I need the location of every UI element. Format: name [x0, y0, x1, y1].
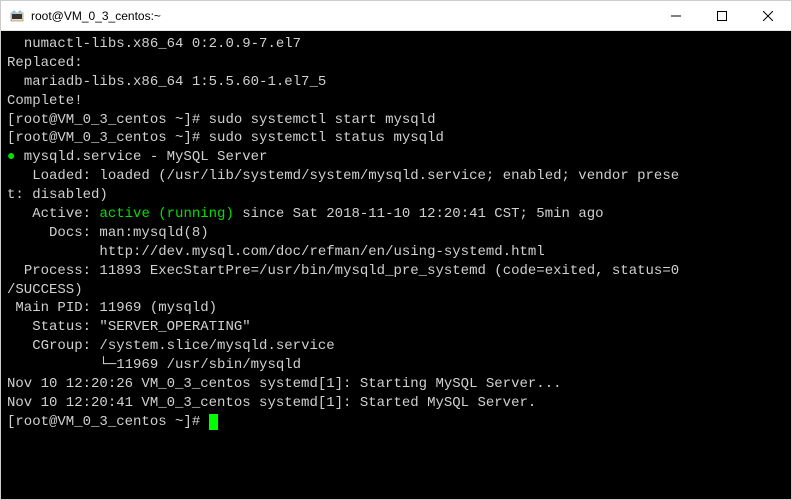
maximize-button[interactable]	[699, 1, 745, 30]
shell-prompt: [root@VM_0_3_centos ~]#	[7, 414, 209, 430]
output-line: numactl-libs.x86_64 0:2.0.9-7.el7	[7, 35, 785, 54]
close-button[interactable]	[745, 1, 791, 30]
window-controls	[653, 1, 791, 30]
output-line: Docs: man:mysqld(8)	[7, 224, 785, 243]
terminal-window: root@VM_0_3_centos:~ numactl-libs.x86_64…	[0, 0, 792, 500]
prompt-line: [root@VM_0_3_centos ~]#	[7, 413, 785, 432]
cursor-icon	[209, 414, 218, 430]
shell-prompt: [root@VM_0_3_centos ~]#	[7, 112, 209, 128]
shell-prompt: [root@VM_0_3_centos ~]#	[7, 130, 209, 146]
output-line: mariadb-libs.x86_64 1:5.5.60-1.el7_5	[7, 73, 785, 92]
app-icon	[9, 8, 25, 24]
output-line: CGroup: /system.slice/mysqld.service	[7, 337, 785, 356]
output-line: Replaced:	[7, 54, 785, 73]
active-since: since Sat 2018-11-10 12:20:41 CST; 5min …	[234, 206, 604, 222]
titlebar: root@VM_0_3_centos:~	[1, 1, 791, 31]
window-title: root@VM_0_3_centos:~	[31, 9, 653, 23]
prompt-line: [root@VM_0_3_centos ~]# sudo systemctl s…	[7, 129, 785, 148]
terminal-output[interactable]: numactl-libs.x86_64 0:2.0.9-7.el7Replace…	[1, 31, 791, 499]
log-line: Nov 10 12:20:41 VM_0_3_centos systemd[1]…	[7, 394, 785, 413]
active-label: Active:	[7, 206, 99, 222]
output-line: /SUCCESS)	[7, 281, 785, 300]
output-line: t: disabled)	[7, 186, 785, 205]
prompt-line: [root@VM_0_3_centos ~]# sudo systemctl s…	[7, 111, 785, 130]
output-line: └─11969 /usr/sbin/mysqld	[7, 356, 785, 375]
service-header-line: ● mysqld.service - MySQL Server	[7, 148, 785, 167]
output-line: Status: "SERVER_OPERATING"	[7, 318, 785, 337]
log-line: Nov 10 12:20:26 VM_0_3_centos systemd[1]…	[7, 375, 785, 394]
output-line: Main PID: 11969 (mysqld)	[7, 299, 785, 318]
service-name: mysqld.service - MySQL Server	[15, 149, 267, 165]
output-line: Process: 11893 ExecStartPre=/usr/bin/mys…	[7, 262, 785, 281]
command-text: sudo systemctl status mysqld	[209, 130, 444, 146]
output-line: Complete!	[7, 92, 785, 111]
active-status-value: active (running)	[99, 206, 233, 222]
output-line: Loaded: loaded (/usr/lib/systemd/system/…	[7, 167, 785, 186]
active-status-line: Active: active (running) since Sat 2018-…	[7, 205, 785, 224]
output-line: http://dev.mysql.com/doc/refman/en/using…	[7, 243, 785, 262]
command-text: sudo systemctl start mysqld	[209, 112, 436, 128]
minimize-button[interactable]	[653, 1, 699, 30]
